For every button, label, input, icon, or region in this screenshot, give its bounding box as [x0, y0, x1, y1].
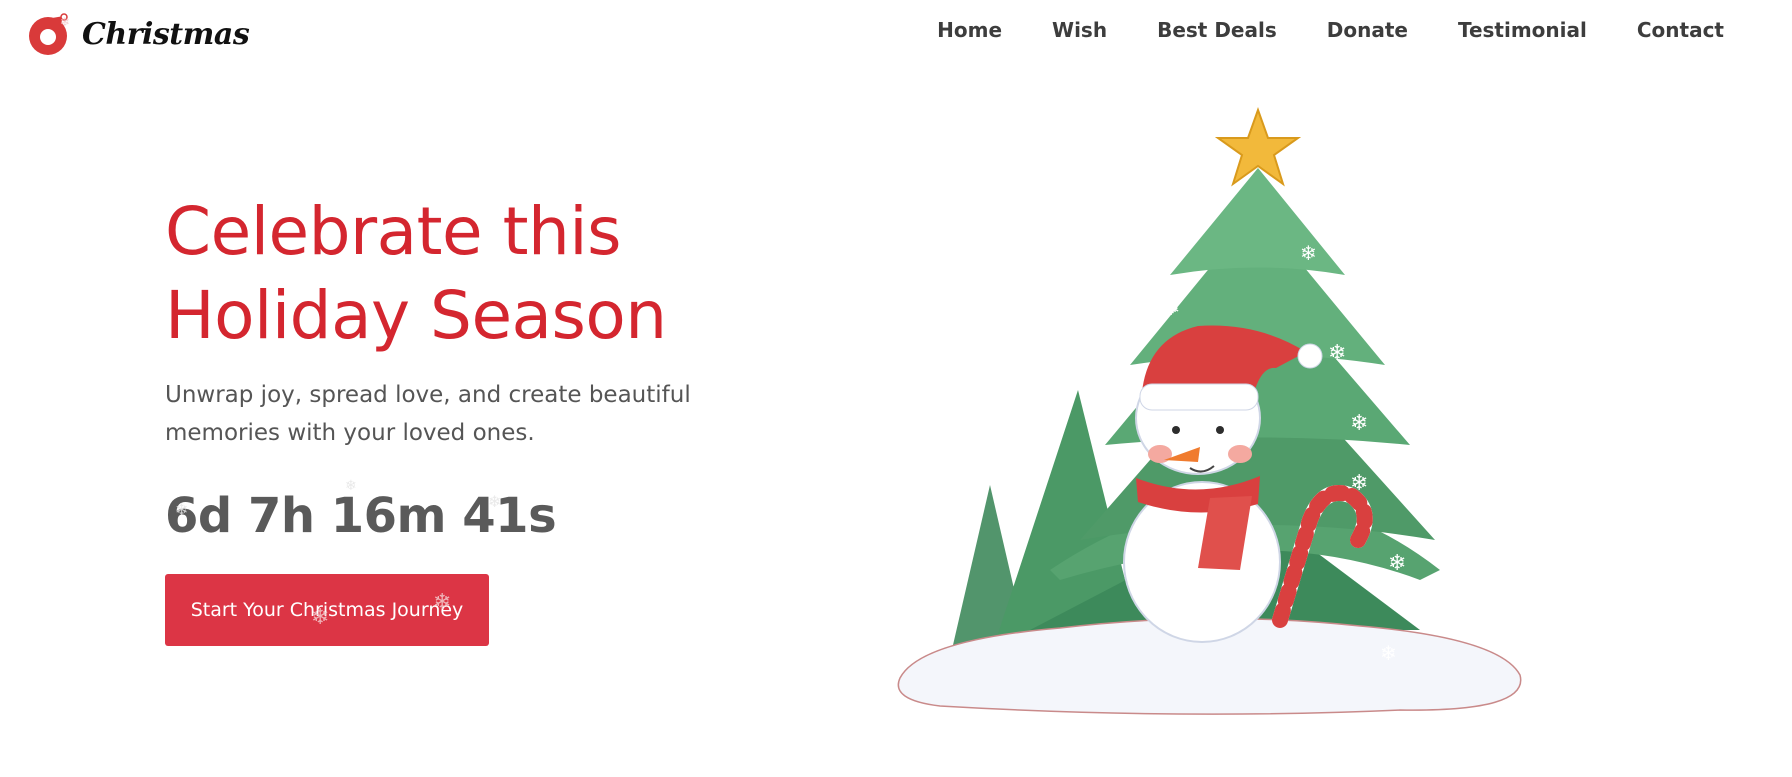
falling-snowflake-icon: ❄ [345, 478, 357, 494]
hero-headline: Celebrate this Holiday Season [165, 190, 765, 358]
nav-best-deals[interactable]: Best Deals [1157, 18, 1277, 42]
countdown-timer: 6d 7h 16m 41s [165, 488, 557, 544]
svg-text:❄: ❄ [1070, 369, 1085, 390]
tree-snowman-art: ❄ ❄ ❄ ❄ ❄ ❄ ❄ ❄ ❄ ❄ [897, 107, 1522, 715]
svg-text:❄: ❄ [1180, 221, 1198, 246]
hero-text: Celebrate this Holiday Season Unwrap joy… [165, 190, 765, 544]
falling-snowflake-icon: ❄ [488, 492, 502, 511]
svg-text:❄: ❄ [1350, 411, 1368, 436]
nav-home[interactable]: Home [937, 18, 1002, 42]
svg-text:❄: ❄ [1350, 471, 1368, 496]
brand-name: Christmas [82, 16, 250, 52]
falling-snowflake-icon: ❄ [175, 500, 189, 519]
site-header: Christmas Home Wish Best Deals Donate Te… [0, 0, 1792, 70]
svg-text:❄: ❄ [1388, 551, 1406, 576]
falling-snowflake-icon: ❄ [60, 15, 71, 29]
svg-text:❄: ❄ [1328, 341, 1346, 366]
nav-wish[interactable]: Wish [1052, 18, 1107, 42]
falling-snowflake-icon: ❄ [311, 605, 330, 630]
nav-contact[interactable]: Contact [1637, 18, 1724, 42]
headline-line-1: Celebrate this [165, 193, 622, 270]
svg-text:❄: ❄ [1162, 296, 1180, 321]
svg-text:❄: ❄ [1110, 461, 1127, 485]
main-nav: Home Wish Best Deals Donate Testimonial … [937, 18, 1724, 42]
svg-text:❄: ❄ [1300, 241, 1317, 265]
headline-line-2: Holiday Season [165, 277, 667, 354]
hero-subtext: Unwrap joy, spread love, and create beau… [165, 382, 691, 446]
svg-text:❄: ❄ [1380, 641, 1397, 665]
nav-testimonial[interactable]: Testimonial [1458, 18, 1587, 42]
falling-snowflake-icon: ❄ [433, 590, 452, 615]
brand-logo[interactable]: Christmas [24, 12, 250, 56]
nav-donate[interactable]: Donate [1327, 18, 1408, 42]
snowman-christmas-tree-illustration: ❄ ❄ ❄ ❄ ❄ ❄ ❄ ❄ ❄ ❄ [880, 100, 1540, 720]
